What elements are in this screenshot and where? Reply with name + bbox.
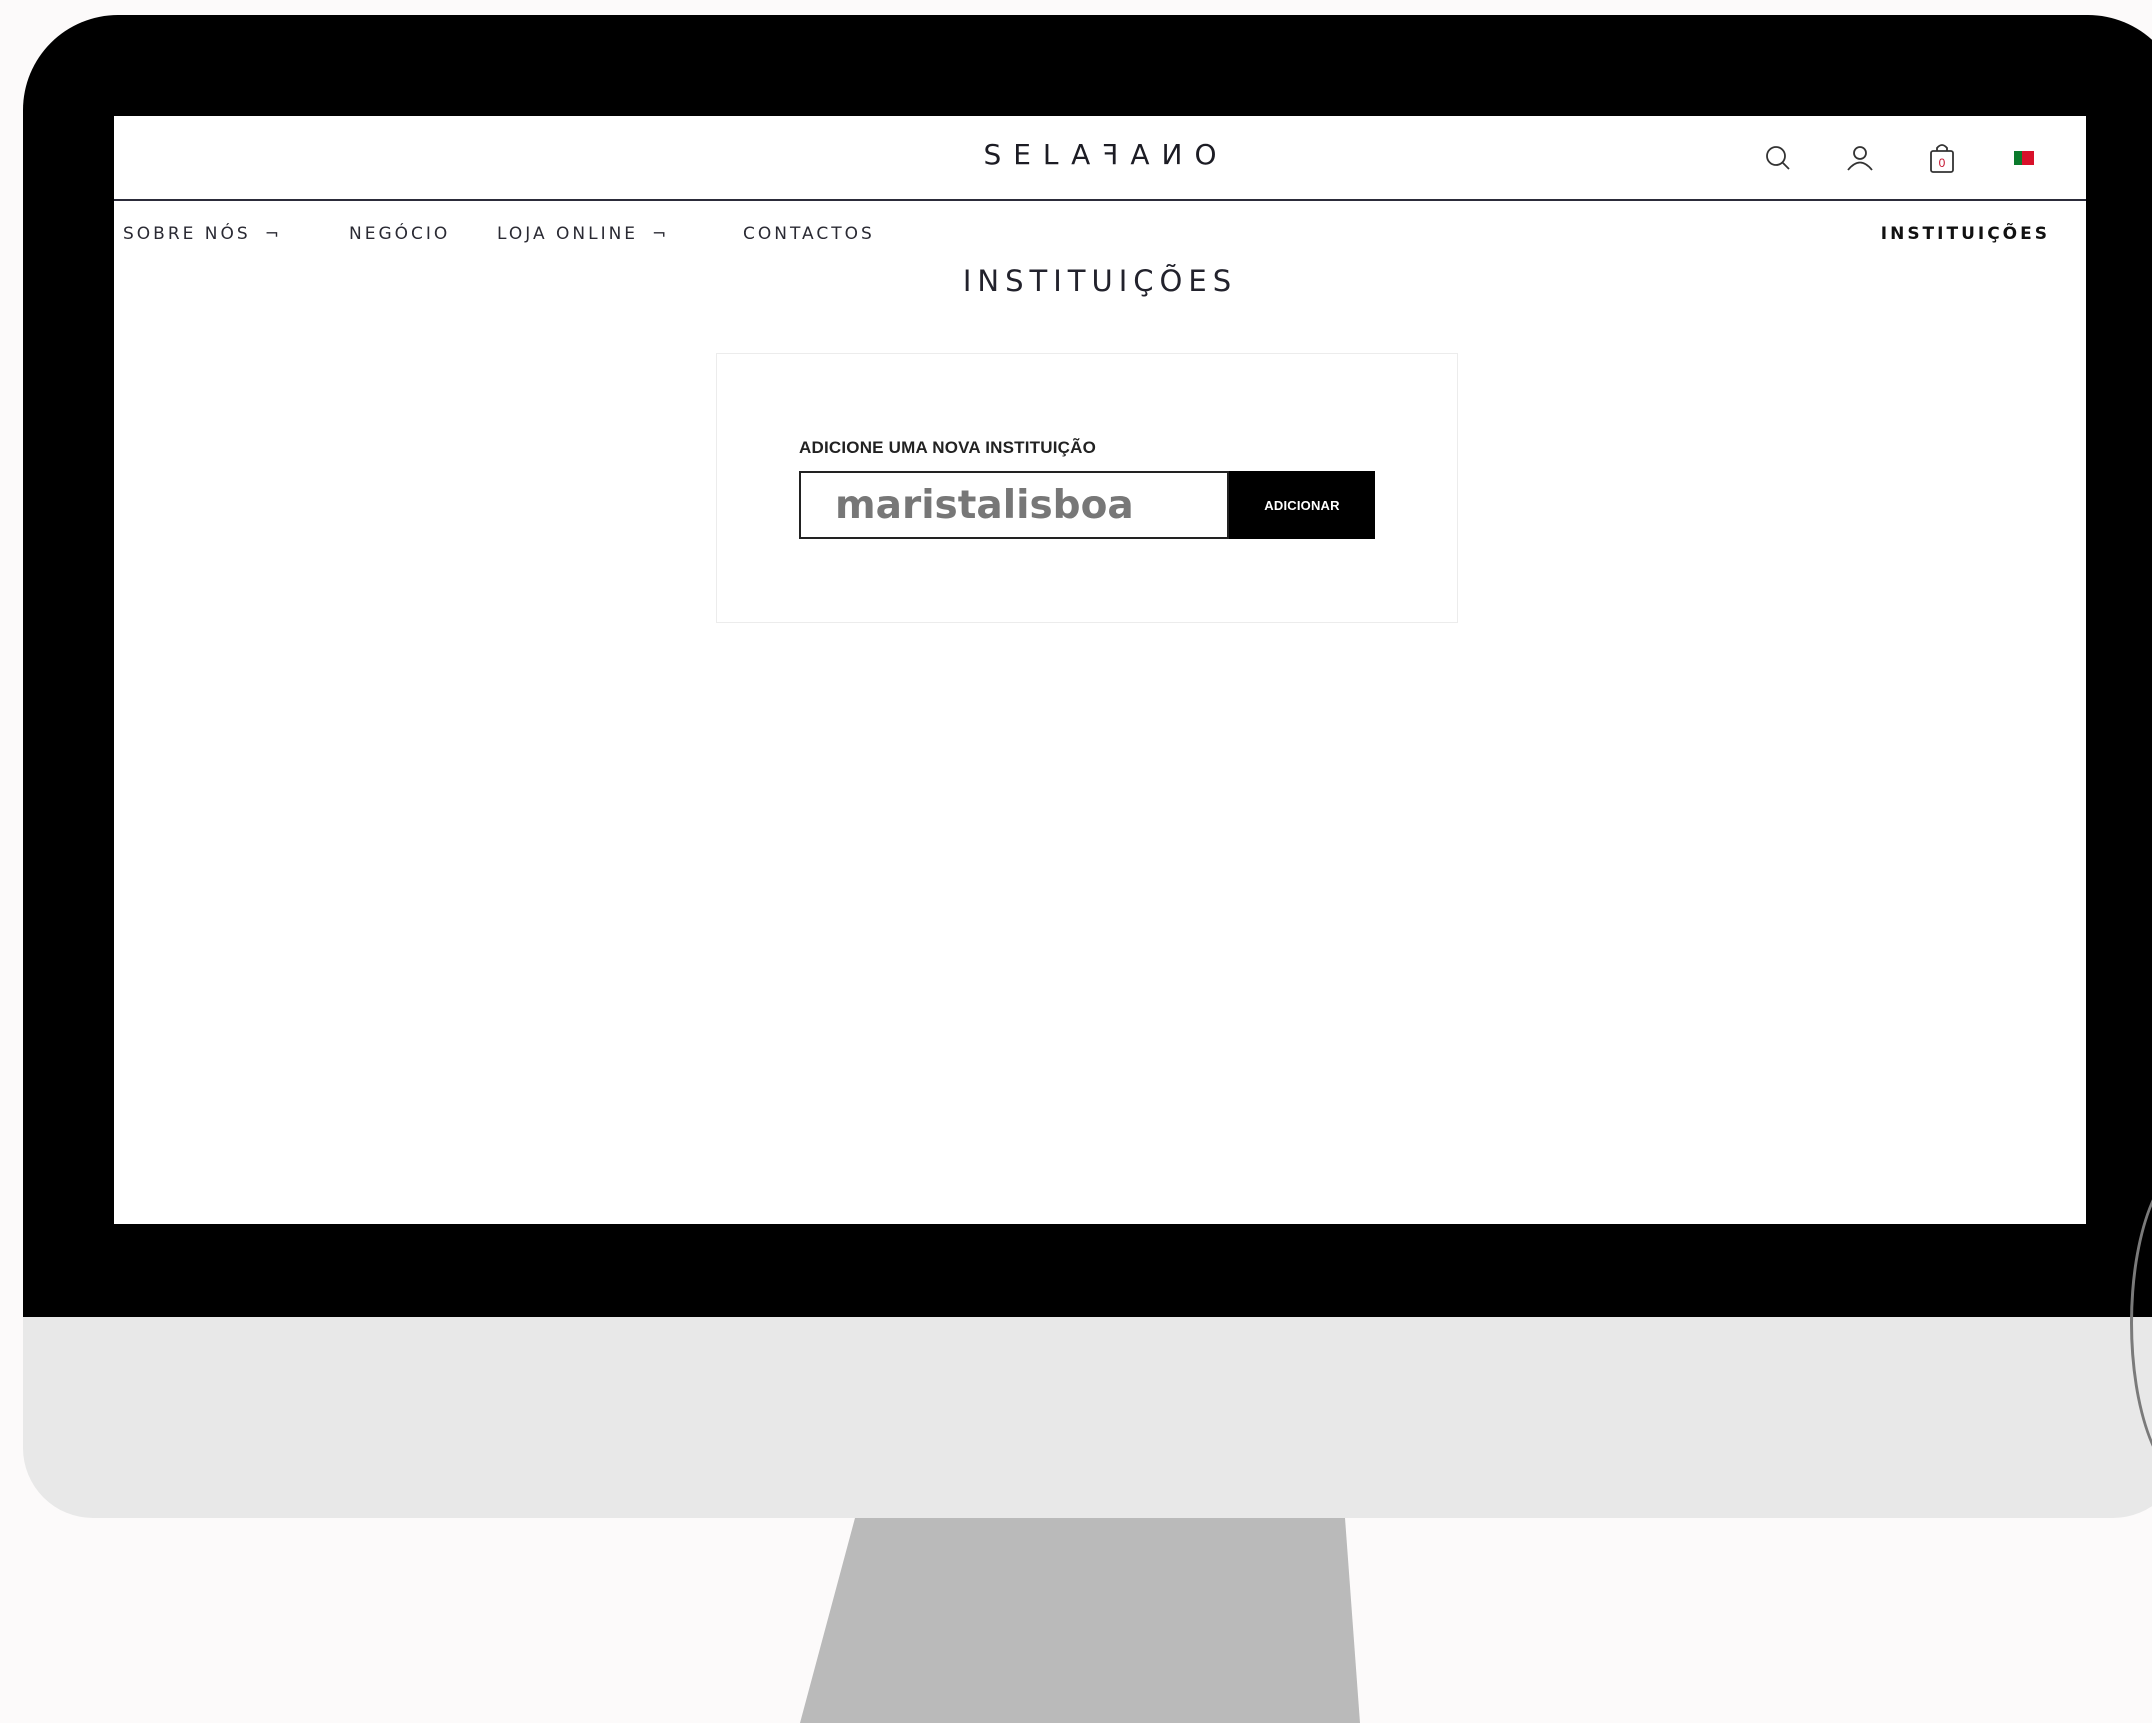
- nav-item-sobre-nos[interactable]: SOBRE NÓS ¬: [123, 224, 282, 244]
- cart-count: 0: [1939, 156, 1946, 170]
- institution-input[interactable]: [799, 471, 1229, 539]
- main-nav: SOBRE NÓS ¬ NEGÓCIO LOJA ONLINE ¬ CONTACTO…: [114, 224, 2086, 254]
- browser-screen: SELAꟻAИO 0 SOBRE NÓS ¬ NEGÓCIO LOJA ONLI…: [114, 116, 2086, 1224]
- flag-red: [2022, 151, 2034, 165]
- cart-icon[interactable]: 0: [1920, 136, 1964, 180]
- page-title: INSTITUIÇÕES: [962, 264, 1238, 298]
- nav-item-label: CONTACTOS: [743, 224, 875, 244]
- search-icon[interactable]: [1756, 136, 1800, 180]
- nav-item-negocio[interactable]: NEGÓCIO: [349, 224, 450, 244]
- add-institution-card: ADICIONE UMA NOVA INSTITUIÇÃO ADICIONAR: [716, 353, 1458, 623]
- add-institution-form: ADICIONAR: [799, 471, 1375, 539]
- monitor-stand: [800, 1518, 1360, 1723]
- site-header: SELAꟻAИO 0: [114, 116, 2086, 201]
- dropdown-glyph: ¬: [652, 224, 670, 244]
- header-icons: 0: [1718, 136, 2046, 180]
- nav-item-label: LOJA ONLINE: [497, 224, 639, 244]
- add-button[interactable]: ADICIONAR: [1229, 471, 1375, 539]
- form-label: ADICIONE UMA NOVA INSTITUIÇÃO: [799, 438, 1096, 457]
- dropdown-glyph: ¬: [264, 224, 282, 244]
- nav-item-label: NEGÓCIO: [349, 224, 451, 244]
- monitor-chin: [23, 1317, 2152, 1518]
- nav-item-contactos[interactable]: CONTACTOS: [743, 224, 875, 244]
- nav-item-loja-online[interactable]: LOJA ONLINE ¬: [497, 224, 669, 244]
- nav-item-instituicoes[interactable]: INSTITUIÇÕES: [1881, 224, 2050, 244]
- flag-green: [2014, 151, 2022, 165]
- user-icon[interactable]: [1838, 136, 1882, 180]
- flag-icon[interactable]: [2002, 136, 2046, 180]
- nav-item-label: SOBRE NÓS: [123, 224, 251, 244]
